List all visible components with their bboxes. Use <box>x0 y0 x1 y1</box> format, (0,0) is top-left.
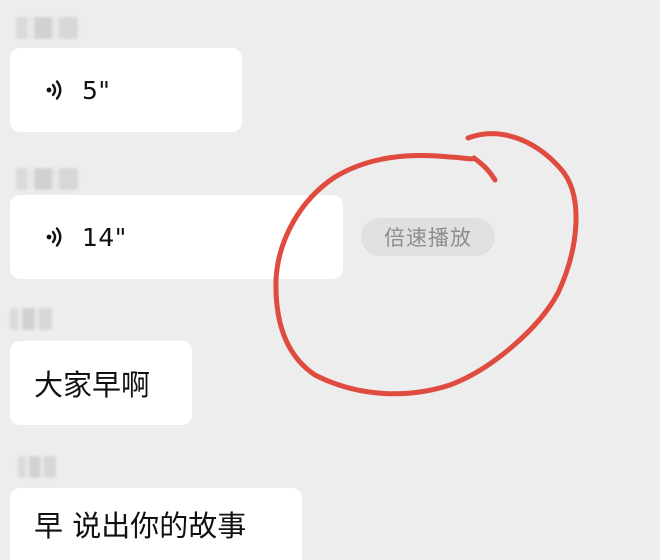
sender-name-blurred <box>16 168 78 190</box>
sender-name-blurred <box>16 17 78 39</box>
voice-wave-icon <box>42 76 70 104</box>
voice-duration: 5" <box>82 75 111 105</box>
voice-wave-icon <box>42 223 70 251</box>
voice-message-bubble[interactable]: 5" <box>10 48 242 132</box>
sender-name-blurred <box>18 456 56 478</box>
message-text: 早 说出你的故事 <box>34 509 247 543</box>
voice-duration: 14" <box>82 222 127 252</box>
speed-playback-button[interactable]: 倍速播放 <box>361 218 495 256</box>
text-message-bubble[interactable]: 早 说出你的故事 <box>10 488 302 560</box>
message-text: 大家早啊 <box>34 368 151 402</box>
text-message-bubble[interactable]: 大家早啊 <box>10 341 192 425</box>
voice-message-bubble[interactable]: 14" <box>10 195 343 279</box>
chat-screen: 5" 14" 倍速播放 大家早啊 早 说出你的故事 <box>0 0 660 560</box>
sender-name-blurred <box>10 308 52 330</box>
